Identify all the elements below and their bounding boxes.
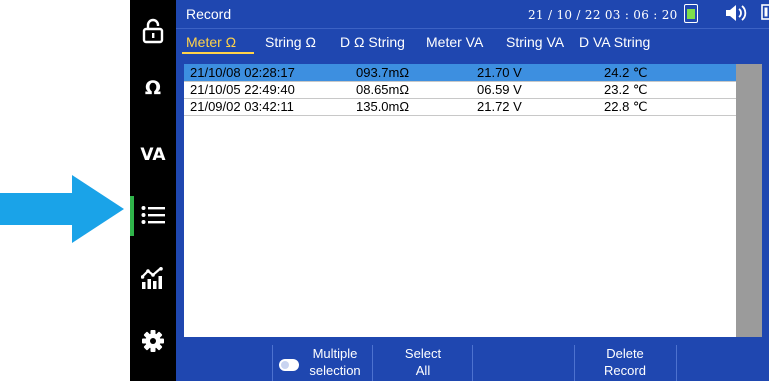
tab-string-va[interactable]: String VA <box>506 34 564 50</box>
lock-icon <box>142 18 164 44</box>
records-table: 21/10/08 02:28:17 093.7mΩ 21.70 V 24.2 ℃… <box>184 64 736 337</box>
list-icon <box>141 206 165 224</box>
sidebar-item-lock[interactable] <box>130 8 176 54</box>
table-row[interactable]: 21/09/02 03:42:11 135.0mΩ 21.72 V 22.8 ℃ <box>184 98 736 116</box>
delete-record-button[interactable]: Delete Record <box>574 345 675 381</box>
sidebar-item-records[interactable] <box>130 192 176 238</box>
sidebar-item-ohm-label: Ω <box>144 77 162 99</box>
tab-meter-ohm[interactable]: Meter Ω <box>186 34 236 50</box>
sidebar-item-trend[interactable] <box>130 255 176 301</box>
delete-record-label-2: Record <box>604 363 646 378</box>
select-all-button[interactable]: Select All <box>372 345 473 381</box>
chart-icon <box>141 267 163 289</box>
title-bar: Record 21 / 10 / 22 03 : 06 : 20 <box>176 0 769 28</box>
table-row[interactable]: 21/10/08 02:28:17 093.7mΩ 21.70 V 24.2 ℃ <box>184 64 736 82</box>
sidebar-item-va[interactable]: VA <box>130 132 176 178</box>
empty-toolbar-slot <box>676 345 769 381</box>
record-temperature: 22.8 ℃ <box>604 99 648 114</box>
empty-toolbar-slot <box>472 345 573 381</box>
sidebar-item-va-label: VA <box>140 145 166 165</box>
record-voltage: 21.72 V <box>477 99 522 114</box>
toggle-switch-icon[interactable] <box>279 359 299 371</box>
select-all-label-2: All <box>415 363 431 378</box>
multiple-selection-label-1: Multiple <box>312 346 358 361</box>
tab-string-ohm[interactable]: String Ω <box>265 34 316 50</box>
page-title: Record <box>186 6 232 22</box>
table-row[interactable]: 21/10/05 22:49:40 08.65mΩ 06.59 V 23.2 ℃ <box>184 81 736 99</box>
active-tab-indicator <box>182 52 254 54</box>
record-temperature: 23.2 ℃ <box>604 82 648 97</box>
record-resistance: 08.65mΩ <box>356 82 410 97</box>
records-panel: 21/10/08 02:28:17 093.7mΩ 21.70 V 24.2 ℃… <box>176 56 769 345</box>
battery-icon <box>761 4 769 20</box>
record-temperature: 24.2 ℃ <box>604 65 648 80</box>
multiple-selection-button[interactable]: Multiple selection <box>272 345 373 381</box>
select-all-label-1: Select <box>404 346 442 361</box>
scrollbar-thumb[interactable] <box>736 64 762 337</box>
record-resistance: 093.7mΩ <box>356 65 410 80</box>
sd-card-icon <box>684 4 698 23</box>
record-datetime: 21/10/05 22:49:40 <box>190 82 295 97</box>
speaker-icon <box>726 5 747 21</box>
delete-record-label-1: Delete <box>606 346 644 361</box>
tab-d-ohm-string[interactable]: D Ω String <box>340 34 405 50</box>
record-voltage: 06.59 V <box>477 82 522 97</box>
tab-meter-va[interactable]: Meter VA <box>426 34 483 50</box>
sidebar-item-settings[interactable] <box>130 318 176 364</box>
tab-d-va-string[interactable]: D VA String <box>579 34 650 50</box>
record-resistance: 135.0mΩ <box>356 99 410 114</box>
gear-icon <box>142 330 164 352</box>
tab-bar: Meter Ω String Ω D Ω String Meter VA Str… <box>176 28 769 57</box>
record-datetime: 21/09/02 03:42:11 <box>190 99 294 114</box>
pointer-arrow <box>0 175 124 243</box>
bottom-toolbar: Multiple selection Select All Delete Rec… <box>176 345 769 381</box>
sidebar-item-ohm[interactable]: Ω <box>130 65 176 111</box>
record-datetime: 21/10/08 02:28:17 <box>190 65 295 80</box>
scrollbar[interactable] <box>736 64 762 337</box>
clock: 21 / 10 / 22 03 : 06 : 20 <box>528 8 678 22</box>
multiple-selection-label-2: selection <box>309 363 361 378</box>
sidebar: Ω VA <box>130 0 176 381</box>
record-voltage: 21.70 V <box>477 65 522 80</box>
